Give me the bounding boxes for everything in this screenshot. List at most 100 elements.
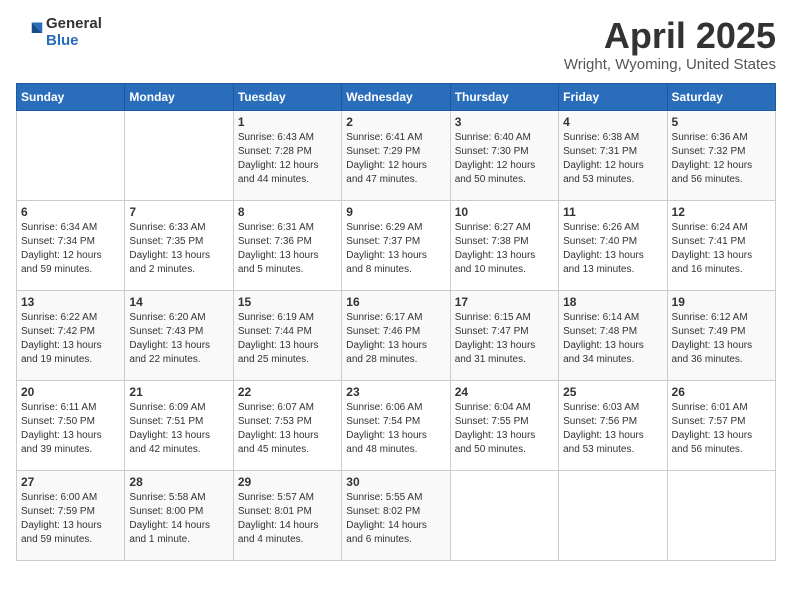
calendar-cell: 20 Sunrise: 6:11 AM Sunset: 7:50 PM Dayli…	[17, 380, 125, 470]
calendar-cell	[559, 470, 667, 560]
day-number: 6	[21, 205, 120, 219]
calendar-cell	[17, 110, 125, 200]
day-info: Sunrise: 5:55 AM Sunset: 8:02 PM Dayligh…	[346, 491, 445, 547]
logo-icon	[16, 19, 44, 47]
day-info: Sunrise: 6:03 AM Sunset: 7:56 PM Dayligh…	[563, 401, 662, 457]
calendar-cell: 10 Sunrise: 6:27 AM Sunset: 7:38 PM Dayli…	[450, 200, 558, 290]
header: General Blue April 2025 Wright, Wyoming,…	[16, 16, 776, 73]
day-number: 28	[129, 475, 228, 489]
calendar-table: SundayMondayTuesdayWednesdayThursdayFrid…	[16, 83, 776, 561]
day-info: Sunrise: 6:29 AM Sunset: 7:37 PM Dayligh…	[346, 221, 445, 277]
day-info: Sunrise: 6:17 AM Sunset: 7:46 PM Dayligh…	[346, 311, 445, 367]
calendar-week-row: 20 Sunrise: 6:11 AM Sunset: 7:50 PM Dayli…	[17, 380, 776, 470]
calendar-cell: 23 Sunrise: 6:06 AM Sunset: 7:54 PM Dayli…	[342, 380, 450, 470]
calendar-cell: 25 Sunrise: 6:03 AM Sunset: 7:56 PM Dayli…	[559, 380, 667, 470]
day-info: Sunrise: 6:43 AM Sunset: 7:28 PM Dayligh…	[238, 131, 337, 187]
day-info: Sunrise: 6:14 AM Sunset: 7:48 PM Dayligh…	[563, 311, 662, 367]
day-number: 4	[563, 115, 662, 129]
logo-general: General	[46, 16, 102, 33]
day-number: 16	[346, 295, 445, 309]
day-number: 22	[238, 385, 337, 399]
day-number: 14	[129, 295, 228, 309]
day-number: 1	[238, 115, 337, 129]
day-number: 24	[455, 385, 554, 399]
calendar-container: General Blue April 2025 Wright, Wyoming,…	[0, 0, 792, 569]
calendar-cell: 14 Sunrise: 6:20 AM Sunset: 7:43 PM Dayli…	[125, 290, 233, 380]
day-number: 29	[238, 475, 337, 489]
calendar-cell: 15 Sunrise: 6:19 AM Sunset: 7:44 PM Dayli…	[233, 290, 341, 380]
day-info: Sunrise: 6:04 AM Sunset: 7:55 PM Dayligh…	[455, 401, 554, 457]
day-header-tuesday: Tuesday	[233, 83, 341, 110]
day-info: Sunrise: 6:07 AM Sunset: 7:53 PM Dayligh…	[238, 401, 337, 457]
day-info: Sunrise: 6:31 AM Sunset: 7:36 PM Dayligh…	[238, 221, 337, 277]
calendar-cell: 12 Sunrise: 6:24 AM Sunset: 7:41 PM Dayli…	[667, 200, 775, 290]
day-info: Sunrise: 6:01 AM Sunset: 7:57 PM Dayligh…	[672, 401, 771, 457]
title-block: April 2025 Wright, Wyoming, United State…	[564, 16, 776, 73]
day-header-sunday: Sunday	[17, 83, 125, 110]
calendar-cell: 1 Sunrise: 6:43 AM Sunset: 7:28 PM Daylig…	[233, 110, 341, 200]
calendar-cell: 9 Sunrise: 6:29 AM Sunset: 7:37 PM Daylig…	[342, 200, 450, 290]
calendar-cell: 16 Sunrise: 6:17 AM Sunset: 7:46 PM Dayli…	[342, 290, 450, 380]
day-info: Sunrise: 6:06 AM Sunset: 7:54 PM Dayligh…	[346, 401, 445, 457]
day-info: Sunrise: 6:27 AM Sunset: 7:38 PM Dayligh…	[455, 221, 554, 277]
day-info: Sunrise: 6:20 AM Sunset: 7:43 PM Dayligh…	[129, 311, 228, 367]
calendar-cell: 29 Sunrise: 5:57 AM Sunset: 8:01 PM Dayli…	[233, 470, 341, 560]
day-number: 11	[563, 205, 662, 219]
day-number: 23	[346, 385, 445, 399]
day-number: 2	[346, 115, 445, 129]
day-number: 20	[21, 385, 120, 399]
calendar-cell: 24 Sunrise: 6:04 AM Sunset: 7:55 PM Dayli…	[450, 380, 558, 470]
calendar-cell: 11 Sunrise: 6:26 AM Sunset: 7:40 PM Dayli…	[559, 200, 667, 290]
day-number: 25	[563, 385, 662, 399]
calendar-cell: 13 Sunrise: 6:22 AM Sunset: 7:42 PM Dayli…	[17, 290, 125, 380]
day-number: 13	[21, 295, 120, 309]
calendar-header-row: SundayMondayTuesdayWednesdayThursdayFrid…	[17, 83, 776, 110]
day-number: 7	[129, 205, 228, 219]
day-number: 9	[346, 205, 445, 219]
day-number: 26	[672, 385, 771, 399]
day-number: 21	[129, 385, 228, 399]
day-info: Sunrise: 5:58 AM Sunset: 8:00 PM Dayligh…	[129, 491, 228, 547]
day-info: Sunrise: 6:36 AM Sunset: 7:32 PM Dayligh…	[672, 131, 771, 187]
day-info: Sunrise: 6:19 AM Sunset: 7:44 PM Dayligh…	[238, 311, 337, 367]
calendar-cell: 22 Sunrise: 6:07 AM Sunset: 7:53 PM Dayli…	[233, 380, 341, 470]
day-info: Sunrise: 6:09 AM Sunset: 7:51 PM Dayligh…	[129, 401, 228, 457]
calendar-cell	[125, 110, 233, 200]
logo-text: General Blue	[46, 16, 102, 49]
day-info: Sunrise: 6:22 AM Sunset: 7:42 PM Dayligh…	[21, 311, 120, 367]
day-info: Sunrise: 6:11 AM Sunset: 7:50 PM Dayligh…	[21, 401, 120, 457]
calendar-cell: 21 Sunrise: 6:09 AM Sunset: 7:51 PM Dayli…	[125, 380, 233, 470]
calendar-week-row: 13 Sunrise: 6:22 AM Sunset: 7:42 PM Dayli…	[17, 290, 776, 380]
calendar-cell: 18Sunrise: 6:14 AM Sunset: 7:48 PM Dayli…	[559, 290, 667, 380]
logo: General Blue	[16, 16, 102, 49]
calendar-cell: 7Sunrise: 6:33 AM Sunset: 7:35 PM Daylig…	[125, 200, 233, 290]
day-info: Sunrise: 6:00 AM Sunset: 7:59 PM Dayligh…	[21, 491, 120, 547]
calendar-cell: 19 Sunrise: 6:12 AM Sunset: 7:49 PM Dayli…	[667, 290, 775, 380]
calendar-cell: 2 Sunrise: 6:41 AM Sunset: 7:29 PM Daylig…	[342, 110, 450, 200]
calendar-cell: 8Sunrise: 6:31 AM Sunset: 7:36 PM Daylig…	[233, 200, 341, 290]
day-number: 19	[672, 295, 771, 309]
calendar-subtitle: Wright, Wyoming, United States	[564, 56, 776, 73]
day-header-saturday: Saturday	[667, 83, 775, 110]
day-number: 10	[455, 205, 554, 219]
day-header-monday: Monday	[125, 83, 233, 110]
day-info: Sunrise: 5:57 AM Sunset: 8:01 PM Dayligh…	[238, 491, 337, 547]
day-header-wednesday: Wednesday	[342, 83, 450, 110]
day-info: Sunrise: 6:12 AM Sunset: 7:49 PM Dayligh…	[672, 311, 771, 367]
day-number: 17	[455, 295, 554, 309]
day-number: 15	[238, 295, 337, 309]
calendar-cell: 28 Sunrise: 5:58 AM Sunset: 8:00 PM Dayli…	[125, 470, 233, 560]
day-info: Sunrise: 6:38 AM Sunset: 7:31 PM Dayligh…	[563, 131, 662, 187]
calendar-cell	[450, 470, 558, 560]
day-header-friday: Friday	[559, 83, 667, 110]
day-info: Sunrise: 6:41 AM Sunset: 7:29 PM Dayligh…	[346, 131, 445, 187]
day-info: Sunrise: 6:26 AM Sunset: 7:40 PM Dayligh…	[563, 221, 662, 277]
day-info: Sunrise: 6:24 AM Sunset: 7:41 PM Dayligh…	[672, 221, 771, 277]
calendar-cell: 3Sunrise: 6:40 AM Sunset: 7:30 PM Daylig…	[450, 110, 558, 200]
day-number: 12	[672, 205, 771, 219]
calendar-cell: 27Sunrise: 6:00 AM Sunset: 7:59 PM Dayli…	[17, 470, 125, 560]
logo-blue: Blue	[46, 33, 102, 50]
calendar-week-row: 1 Sunrise: 6:43 AM Sunset: 7:28 PM Daylig…	[17, 110, 776, 200]
day-number: 5	[672, 115, 771, 129]
day-info: Sunrise: 6:15 AM Sunset: 7:47 PM Dayligh…	[455, 311, 554, 367]
